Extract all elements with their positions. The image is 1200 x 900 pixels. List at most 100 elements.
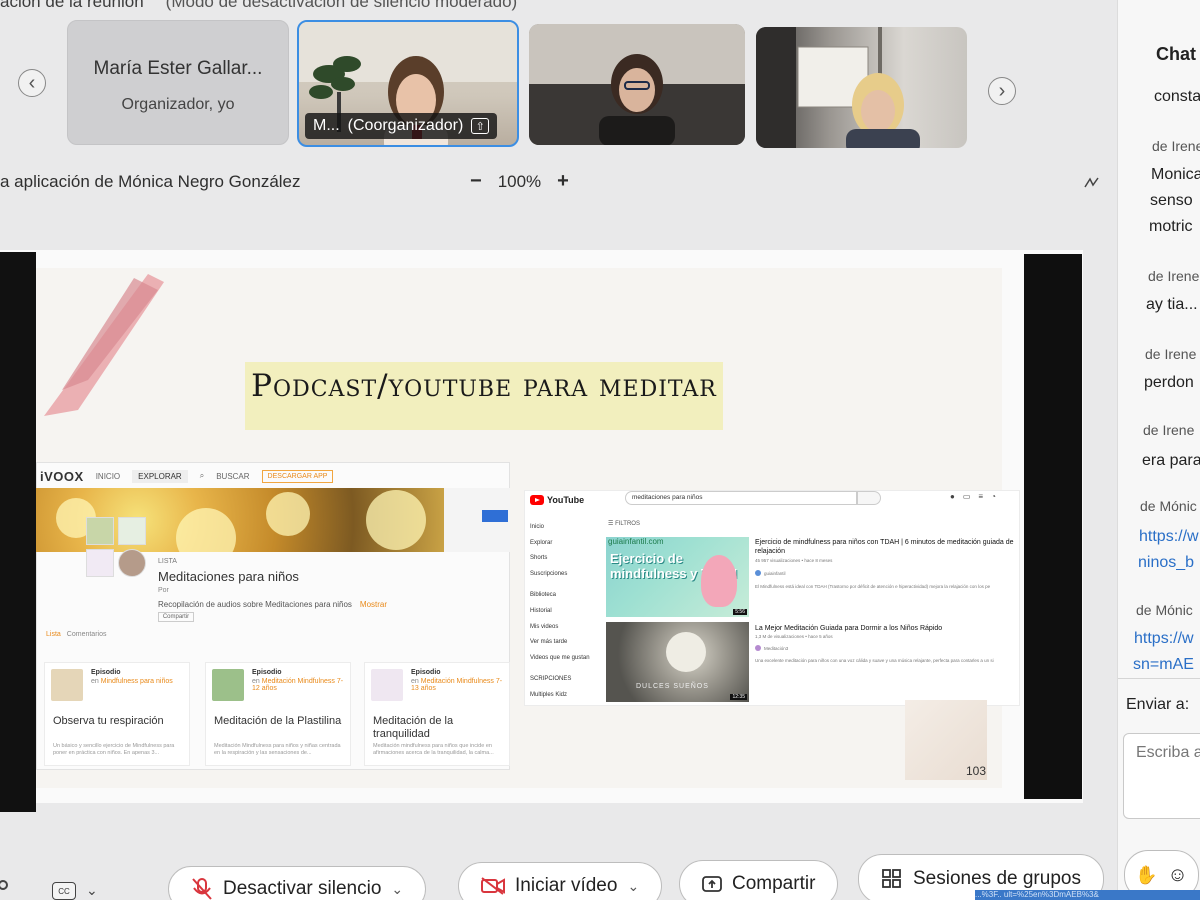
ivoox-navbar: iVOOX INICIO EXPLORAR ⌕ BUSCAR DESCARGAR … (36, 466, 510, 486)
youtube-logo: YouTube (530, 495, 584, 505)
breakout-sessions-label: Sesiones de grupos (913, 868, 1081, 889)
ivoox-tabs: Lista Comentarios (46, 631, 107, 638)
ivoox-nav-buscar: BUSCAR (216, 471, 250, 481)
list-thumbnail (86, 517, 114, 545)
video-description: Una excelente meditación para niños con … (755, 658, 994, 663)
list-title: Meditaciones para niños (158, 569, 299, 584)
send-to-label: Enviar a: (1126, 696, 1190, 713)
prev-participants-button[interactable]: ‹ (18, 69, 46, 97)
slide-page-number: 103 (966, 764, 987, 778)
participant-role: Organizador, yo (121, 96, 235, 113)
youtube-search-box: meditaciones para niños (625, 491, 857, 505)
list-thumbnail (118, 517, 146, 545)
list-label: LISTA (158, 558, 177, 565)
unmute-button[interactable]: Desactivar silencio ⌄ (168, 866, 427, 900)
share-button[interactable]: Compartir (679, 860, 839, 900)
youtube-filters: ☰ FILTROS (608, 521, 640, 527)
emoji-icon: ☺ (1167, 863, 1188, 886)
zoom-level: 100% (497, 171, 542, 191)
zoom-in-button[interactable]: + (557, 170, 569, 193)
chat-sender: de Irene (1145, 346, 1197, 362)
start-video-button[interactable]: Iniciar vídeo ⌄ (458, 862, 663, 900)
zoom-out-button[interactable]: − (470, 170, 482, 193)
mic-muted-icon (192, 878, 212, 900)
episode-card: Episodio en Meditación Mindfulness 7-12 … (205, 662, 351, 766)
share-label: Compartir (732, 873, 816, 894)
apps-icon: ≡ (978, 492, 984, 501)
ivoox-nav-inicio: INICIO (95, 471, 121, 481)
search-icon: ⌕ (199, 471, 205, 480)
participant-tile-cohost[interactable]: M... (Coorganizador) ⇧ (297, 20, 519, 147)
participant-video (529, 24, 745, 145)
bell-icon: ◔ (991, 492, 996, 501)
meeting-title: ación de la reunión (Modo de desactivació… (0, 0, 517, 12)
chevron-left-icon: ‹ (28, 72, 36, 94)
create-icon: ▭ (962, 492, 971, 501)
shared-app-title: a aplicación de Mónica Negro González (0, 172, 301, 191)
avatar (755, 570, 761, 576)
unmute-label: Desactivar silencio (223, 878, 382, 899)
list-thumbnail (86, 549, 114, 577)
avatar (755, 645, 761, 651)
record-indicator-icon (0, 880, 8, 890)
closed-captions-button[interactable]: CC (52, 882, 76, 900)
ivoox-nav-explorar: EXPLORAR (132, 469, 188, 483)
chevron-down-icon: ⌄ (391, 880, 404, 897)
chat-message: ay tia... (1146, 296, 1198, 313)
youtube-sidebar: Inicio Explorar Shorts Suscripciones Bib… (530, 524, 590, 698)
mic-icon: ● (950, 492, 955, 501)
chat-panel: Chat consta de Irene Monica senso motric… (1117, 0, 1200, 900)
chat-message: motric (1149, 218, 1193, 235)
chat-message: senso (1150, 192, 1193, 209)
search-icon (857, 491, 881, 505)
video-meta: 1,3 M de visualizaciones • hace 5 años (755, 634, 833, 639)
video-description: El Mindfulness está ideal con TDAH (Tras… (755, 584, 991, 589)
chat-input[interactable]: Escriba a (1123, 733, 1200, 819)
video-title: La Mejor Meditación Guiada para Dormir a… (755, 625, 943, 632)
chat-link[interactable]: https://w (1134, 630, 1194, 648)
youtube-toolbar: ● ▭ ≡ ◔ (950, 492, 996, 501)
chat-message: era para (1142, 452, 1200, 469)
avatar (118, 549, 146, 577)
video-thumbnail: DULCES SUEÑOS 12:35 (606, 622, 749, 702)
show-more-link: Mostrar (359, 600, 388, 609)
youtube-screenshot (524, 490, 1020, 706)
youtube-play-icon (530, 495, 544, 505)
chevron-down-icon[interactable]: ⌄ (86, 882, 98, 899)
chat-link[interactable]: ninos_b (1138, 554, 1194, 572)
chat-sender: de Irene (1152, 138, 1200, 154)
participant-tile-2[interactable] (529, 24, 745, 145)
share-icon (702, 876, 722, 892)
chat-sender: de Irene (1143, 422, 1195, 438)
chat-link[interactable]: https://w (1139, 528, 1199, 546)
participant-name: María Ester Gallar... (93, 58, 263, 79)
ivoox-share-button: Compartir (158, 612, 194, 622)
chat-sender: de Mónic (1136, 602, 1193, 618)
annotate-icon[interactable] (1083, 176, 1101, 195)
letterbox-right (1024, 254, 1082, 799)
chevron-right-icon: › (998, 80, 1006, 102)
episode-card: Episodio en Meditación Mindfulness 7-13 … (364, 662, 510, 766)
chat-message: perdon (1144, 374, 1194, 391)
chat-input-placeholder: Escriba a (1136, 744, 1200, 761)
letterbox-left (0, 252, 36, 812)
episode-card: Episodio en Mindfulness para niños Obser… (44, 662, 190, 766)
participant-video (756, 27, 920, 148)
episode-title: Observa tu respiración (53, 715, 164, 727)
video-channel: Meditación3 (755, 645, 788, 651)
chat-title: Chat (1156, 44, 1196, 64)
participant-tile-3[interactable] (756, 27, 967, 148)
chat-link[interactable]: sn=mAE (1133, 656, 1194, 674)
participant-tile-self[interactable]: María Ester Gallar... Organizador, yo (67, 20, 289, 145)
next-participants-button[interactable]: › (988, 77, 1016, 105)
video-channel: guiainfantil (755, 570, 786, 576)
slide-title: Podcast/youtube para meditar (251, 368, 717, 404)
video-meta: 45 957 visualizaciones • hace 8 meses (755, 558, 833, 563)
chat-sender: de Mónic (1140, 498, 1197, 514)
filter-icon: ☰ (608, 521, 614, 527)
start-video-label: Iniciar vídeo (515, 875, 618, 896)
video-thumbnail: guiainfantil.com Ejercicio de mindfulnes… (606, 537, 749, 617)
video-off-icon (481, 877, 505, 895)
chat-message: Monica (1151, 166, 1200, 183)
status-url-bar: ...%3F.. ult=%25en%3DmAEB%3& (975, 890, 1200, 900)
